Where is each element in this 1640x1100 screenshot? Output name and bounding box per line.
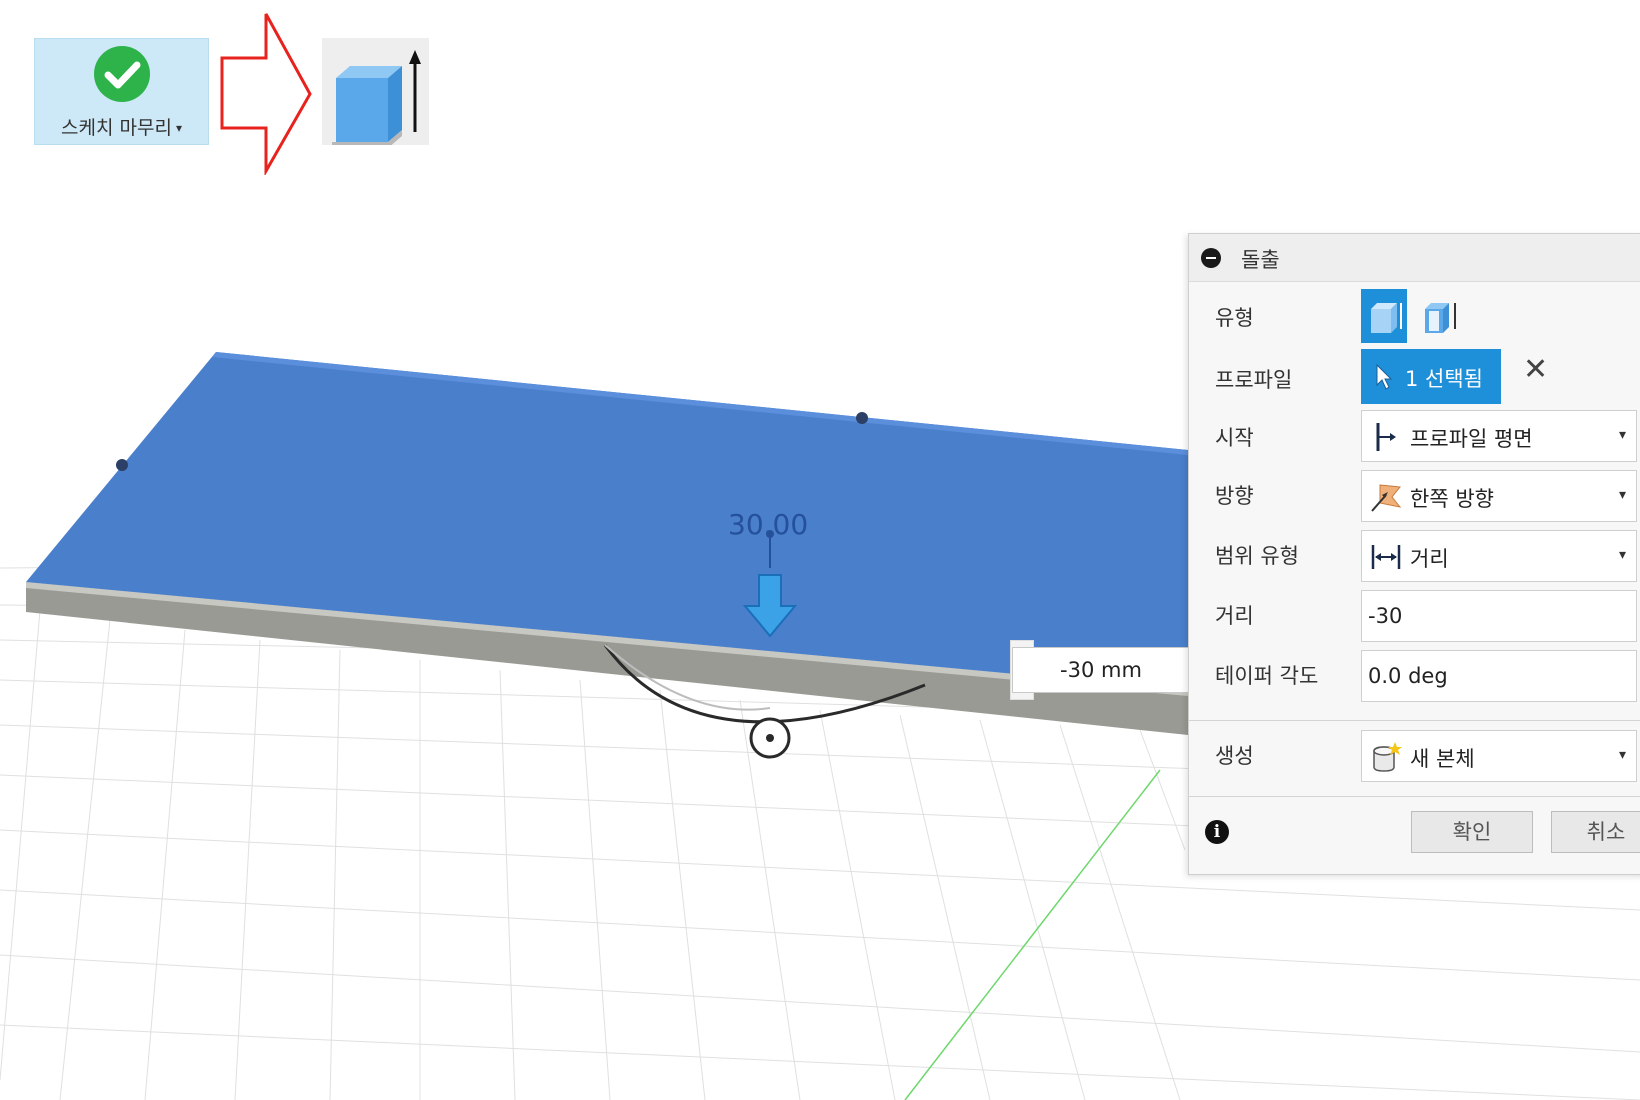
thin-extrude-icon — [1425, 303, 1456, 333]
profile-label: 프로파일 — [1215, 368, 1293, 392]
info-icon[interactable]: i — [1205, 820, 1229, 844]
extent-type-label: 범위 유형 — [1215, 544, 1299, 568]
annotation-arrow-icon — [220, 13, 312, 175]
start-value: 프로파일 평면 — [1410, 427, 1533, 451]
operation-caret: ▾ — [1618, 747, 1626, 763]
profile-selection-count: 1 선택됨 — [1405, 367, 1483, 391]
sketch-point[interactable] — [116, 459, 128, 471]
finish-sketch-button[interactable]: 스케치 마무리 ▾ — [34, 38, 209, 145]
operation-value: 새 본체 — [1410, 747, 1475, 771]
ok-button[interactable]: 확인 — [1411, 811, 1533, 853]
direction-value: 한쪽 방향 — [1410, 487, 1494, 511]
type-solid-button[interactable] — [1361, 289, 1407, 343]
footer-divider — [1189, 796, 1640, 797]
direction-dropdown[interactable]: 한쪽 방향 ▾ — [1361, 470, 1637, 522]
finish-sketch-label-wrap: 스케치 마무리 ▾ — [35, 113, 208, 140]
direction-label: 방향 — [1215, 484, 1254, 508]
direction-caret: ▾ — [1618, 487, 1626, 503]
taper-angle-field[interactable]: 0.0 deg — [1361, 650, 1637, 702]
collapse-icon[interactable] — [1201, 248, 1221, 268]
distance-icon — [1371, 545, 1401, 569]
start-caret: ▾ — [1618, 427, 1626, 443]
dimension-label: 30.00 — [728, 508, 809, 541]
finish-sketch-caret[interactable]: ▾ — [176, 121, 182, 135]
new-body-icon — [1373, 742, 1402, 772]
extrude-icon — [332, 50, 421, 148]
sketch-point[interactable] — [856, 412, 868, 424]
taper-angle-label: 테이퍼 각도 — [1215, 664, 1319, 688]
handle-dot — [766, 734, 774, 742]
dialog-header: 돌출 — [1189, 234, 1640, 282]
operation-label: 생성 — [1215, 744, 1254, 768]
start-label: 시작 — [1215, 426, 1254, 450]
clear-selection-icon[interactable]: ✕ — [1523, 352, 1548, 387]
type-label: 유형 — [1215, 306, 1254, 330]
distance-heads-up-input[interactable]: -30 mm — [1012, 647, 1190, 693]
operation-dropdown[interactable]: 새 본체 ▾ — [1361, 730, 1637, 782]
one-side-direction-icon — [1371, 484, 1402, 512]
finish-sketch-label: 스케치 마무리 — [61, 117, 172, 139]
start-dropdown[interactable]: 프로파일 평면 ▾ — [1361, 410, 1637, 462]
profile-selection-button[interactable]: 1 선택됨 — [1361, 349, 1501, 404]
section-divider — [1189, 720, 1640, 721]
extrude-button[interactable] — [322, 38, 429, 148]
extent-type-dropdown[interactable]: 거리 ▾ — [1361, 530, 1637, 582]
distance-label: 거리 — [1215, 604, 1254, 628]
dialog-title: 돌출 — [1241, 248, 1280, 272]
extrude-dialog: 돌출 유형 프로파일 1 선택됨 ✕ 시작 프로파일 평면 ▾ 방향 한쪽 방향… — [1188, 233, 1640, 875]
distance-field[interactable]: -30 — [1361, 590, 1637, 642]
check-circle-icon — [94, 46, 150, 102]
extent-type-value: 거리 — [1410, 547, 1449, 571]
type-thin-button[interactable] — [1415, 289, 1461, 343]
extent-type-caret: ▾ — [1618, 547, 1626, 563]
pointer-icon — [1376, 363, 1393, 390]
profile-plane-icon — [1376, 423, 1396, 451]
solid-extrude-icon — [1371, 303, 1402, 333]
cancel-button[interactable]: 취소 — [1551, 811, 1640, 853]
